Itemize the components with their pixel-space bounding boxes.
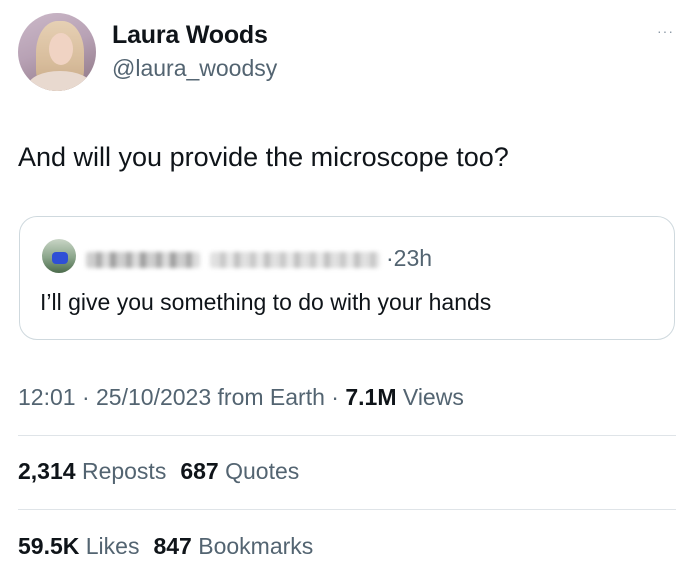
likes-count: 59.5K	[18, 533, 80, 559]
likes-stat[interactable]: 59.5K Likes	[18, 533, 139, 559]
views-label: Views	[396, 384, 464, 410]
quoted-timestamp: ·23h	[386, 245, 432, 272]
avatar[interactable]	[18, 13, 96, 91]
bookmarks-stat[interactable]: 847 Bookmarks	[153, 533, 313, 559]
quotes-label: Quotes	[218, 458, 300, 484]
quoted-tweet[interactable]: ·23h I’ll give you something to do with …	[19, 216, 675, 340]
bookmarks-count: 847	[153, 533, 192, 559]
quotes-stat[interactable]: 687 Quotes	[180, 458, 299, 484]
meta-separator: ·	[75, 384, 97, 410]
blurred-handle	[210, 252, 380, 268]
divider	[18, 435, 676, 436]
reposts-stat[interactable]: 2,314 Reposts	[18, 458, 166, 484]
bookmarks-label: Bookmarks	[191, 533, 314, 559]
divider	[18, 509, 676, 510]
tweet-text: And will you provide the microscope too?	[18, 142, 509, 172]
avatar-face	[49, 33, 73, 65]
more-horizontal-icon[interactable]: ···	[657, 23, 674, 39]
likes-label: Likes	[79, 533, 140, 559]
meta-separator: ·	[324, 384, 346, 410]
handle[interactable]: @laura_woodsy	[112, 55, 277, 82]
reposts-count: 2,314	[18, 458, 76, 484]
quoted-text: I’ll give you something to do with your …	[40, 289, 492, 315]
stats-row-2: 59.5K Likes 847 Bookmarks	[18, 533, 313, 560]
blurred-display-name	[86, 252, 200, 268]
display-name[interactable]: Laura Woods	[112, 21, 268, 50]
quoted-avatar-graphic	[52, 252, 68, 264]
quoted-time: 23h	[393, 245, 433, 271]
quotes-count: 687	[180, 458, 219, 484]
stats-row-1: 2,314 Reposts 687 Quotes	[18, 458, 299, 485]
tweet-source: from Earth	[211, 384, 325, 410]
tweet-date[interactable]: 25/10/2023	[96, 384, 211, 410]
quoted-avatar	[42, 239, 76, 273]
views-count: 7.1M	[345, 384, 397, 410]
tweet-header: Laura Woods @laura_woodsy ···	[18, 13, 676, 93]
reposts-label: Reposts	[75, 458, 167, 484]
quoted-time-separator: ·	[386, 245, 394, 271]
tweet-time[interactable]: 12:01	[18, 384, 76, 410]
tweet-meta: 12:01 · 25/10/2023 from Earth · 7.1M Vie…	[18, 384, 464, 411]
